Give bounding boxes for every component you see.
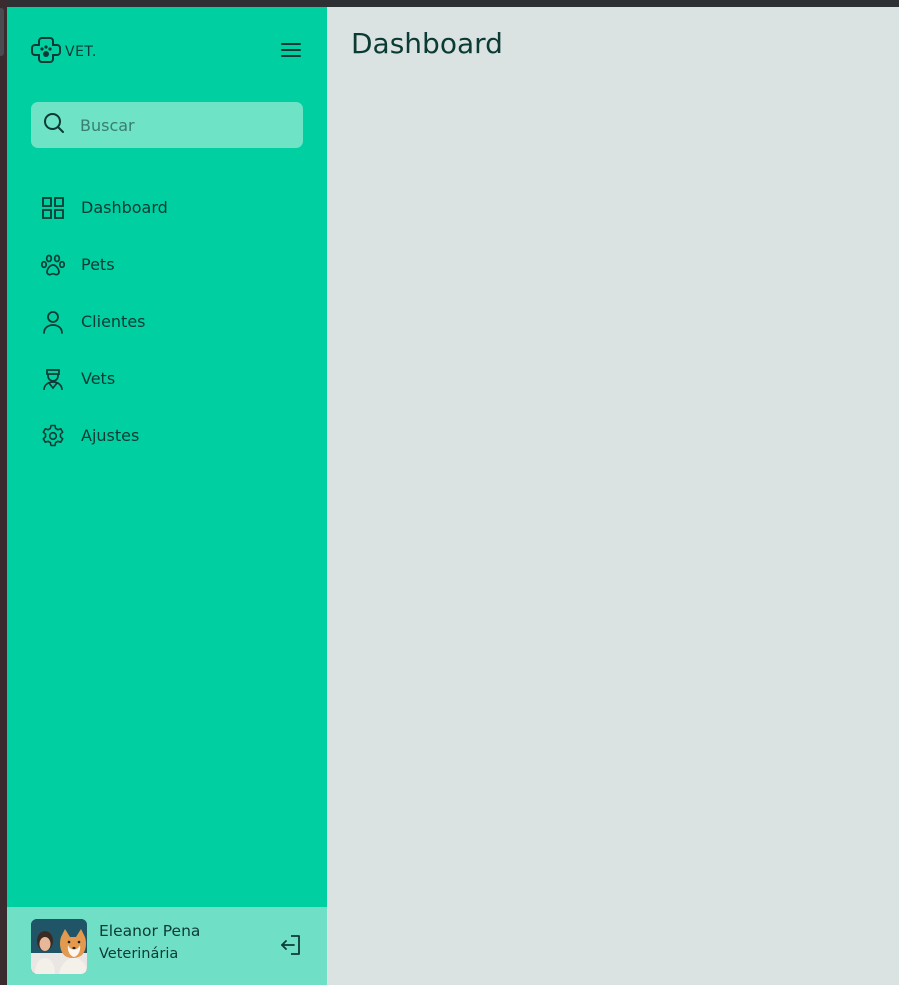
sidebar-nav: Dashboard Pets Clientes Vets Ajustes xyxy=(31,179,303,464)
window-top-bar xyxy=(0,0,899,7)
brand-name: VET. xyxy=(65,44,97,60)
logout-button[interactable] xyxy=(279,933,303,957)
sidebar-item-vets[interactable]: Vets xyxy=(31,350,303,407)
sidebar-item-label: Ajustes xyxy=(81,426,140,445)
brand-logo[interactable]: VET. xyxy=(31,36,97,68)
sidebar-item-pets[interactable]: Pets xyxy=(31,236,303,293)
main-content: Dashboard xyxy=(327,7,899,985)
sidebar-item-label: Dashboard xyxy=(81,198,168,217)
sidebar-item-dashboard[interactable]: Dashboard xyxy=(31,179,303,236)
paw-icon xyxy=(41,253,65,277)
page-title: Dashboard xyxy=(351,27,503,60)
search-input[interactable] xyxy=(80,115,280,135)
search-icon xyxy=(42,111,66,139)
sidebar-item-label: Pets xyxy=(81,255,115,274)
sidebar: VET. Buscar Dashboard Pets Clientes Vets… xyxy=(7,7,327,985)
sidebar-item-label: Clientes xyxy=(81,312,146,331)
menu-toggle-button[interactable] xyxy=(277,40,305,64)
hamburger-icon xyxy=(280,42,302,62)
logout-icon xyxy=(279,935,303,961)
avatar[interactable] xyxy=(31,919,87,974)
paw-plus-icon xyxy=(31,36,61,68)
user-role: Veterinária xyxy=(99,946,179,962)
user-profile: Eleanor Pena Veterinária xyxy=(7,907,327,985)
sidebar-item-clientes[interactable]: Clientes xyxy=(31,293,303,350)
user-name: Eleanor Pena xyxy=(99,922,201,940)
grid-icon xyxy=(41,196,65,220)
vet-icon xyxy=(41,367,65,391)
search-box[interactable] xyxy=(31,102,303,148)
edge-handle xyxy=(0,8,4,56)
sidebar-item-ajustes[interactable]: Ajustes xyxy=(31,407,303,464)
gear-icon xyxy=(41,424,65,448)
sidebar-item-label: Vets xyxy=(81,369,116,388)
user-icon xyxy=(41,310,65,334)
window-left-edge xyxy=(0,0,7,985)
